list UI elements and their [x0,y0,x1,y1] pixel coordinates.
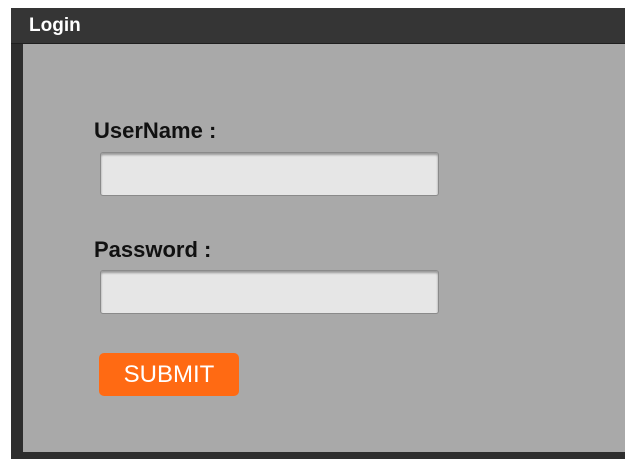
submit-button[interactable]: SUBMIT [99,353,239,396]
password-label: Password : [94,237,212,262]
password-input[interactable] [100,270,439,314]
username-label: UserName : [94,118,217,143]
login-window: Login UserName : Password : SUBMIT [11,8,625,459]
title-bar: Login [11,8,625,44]
username-input[interactable] [100,152,439,196]
window-title: Login [29,15,81,36]
login-form-panel: UserName : Password : SUBMIT [23,44,625,452]
